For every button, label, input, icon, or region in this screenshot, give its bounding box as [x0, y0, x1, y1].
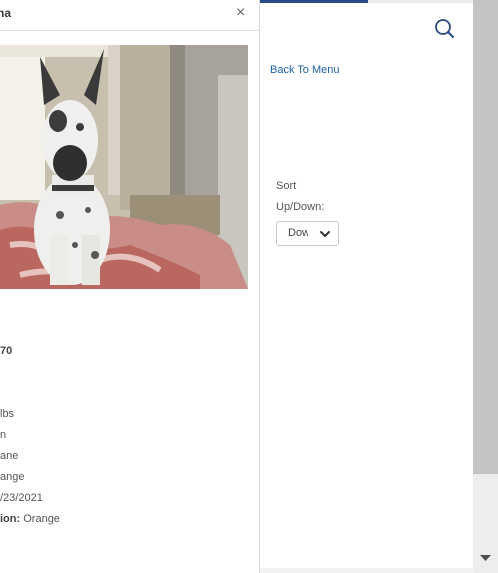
sort-select-value: Down	[288, 227, 308, 239]
modal-header: na ×	[0, 0, 259, 31]
scroll-down-arrow-icon[interactable]	[479, 553, 492, 563]
detail-line-4: ange	[0, 471, 25, 483]
animal-photo	[0, 45, 248, 289]
detail-weight: lbs	[0, 408, 15, 420]
detail-line-3: ane	[0, 450, 19, 462]
animal-detail-modal: na × 70 lbs n ane ange /23/2021 ion: Ora…	[0, 0, 260, 573]
scrollbar-thumb[interactable]	[473, 0, 498, 474]
dog-photo-graphic	[0, 45, 248, 289]
sort-label-line2: Up/Down:	[276, 201, 325, 213]
detail-line-2: n	[0, 429, 7, 441]
modal-title: na	[0, 6, 12, 20]
scrollbar[interactable]	[473, 0, 498, 573]
detail-location-value: Orange	[23, 513, 60, 525]
detail-location-label: ion:	[0, 513, 21, 525]
detail-date: /23/2021	[0, 492, 43, 504]
back-to-menu-link[interactable]: Back To Menu	[270, 64, 340, 76]
sort-label: Sort Up/Down:	[276, 176, 356, 218]
active-tab-indicator	[260, 0, 368, 3]
bottom-strip	[260, 568, 473, 573]
search-button[interactable]	[432, 16, 458, 42]
sort-select[interactable]: Down	[276, 221, 339, 246]
sort-label-line1: Sort	[276, 180, 297, 192]
chevron-down-icon	[320, 231, 330, 237]
detail-location: ion: Orange	[0, 513, 60, 525]
animal-id: 70	[0, 345, 13, 357]
search-icon	[435, 19, 454, 38]
tab-indicator	[260, 0, 473, 3]
close-button[interactable]: ×	[236, 4, 245, 22]
